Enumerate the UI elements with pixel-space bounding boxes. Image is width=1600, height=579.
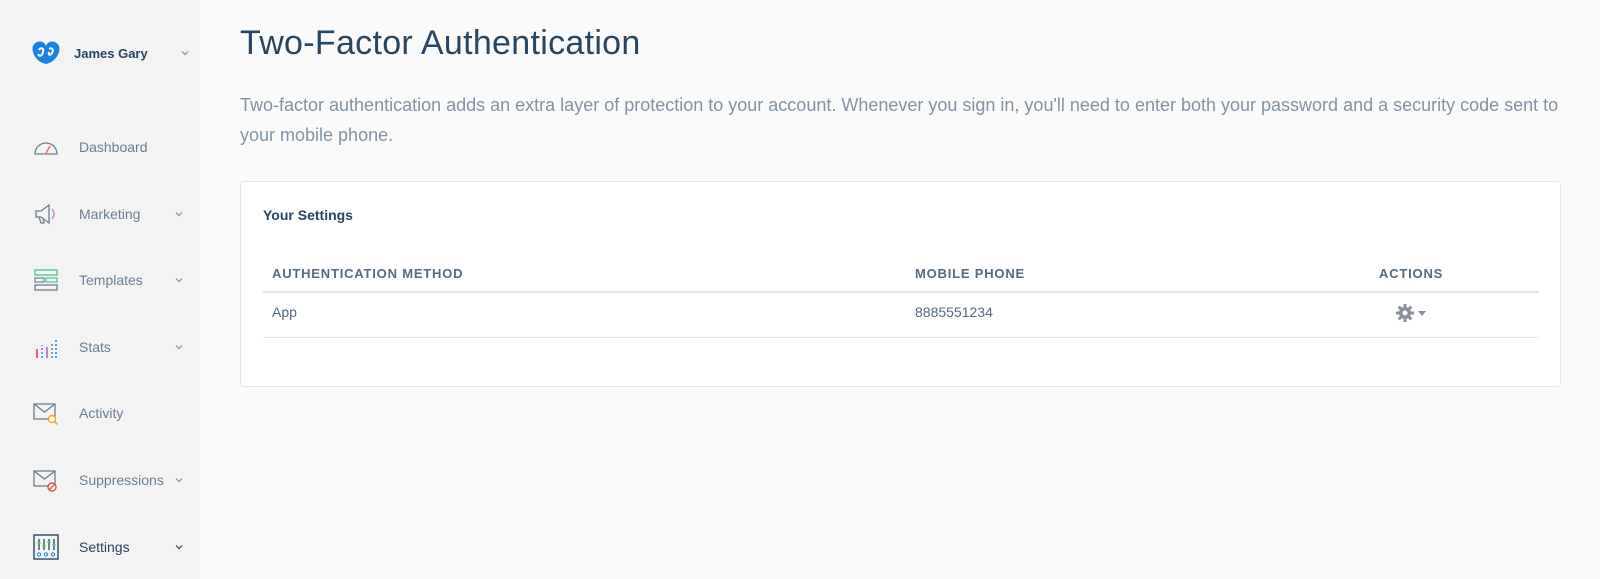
gear-icon	[1396, 304, 1414, 322]
account-name: James Gary	[74, 45, 148, 61]
table-row: App 8885551234	[263, 293, 1539, 338]
sidebar-item-settings[interactable]: Settings	[0, 527, 200, 567]
sidebar-item-dashboard[interactable]: Dashboard	[0, 127, 200, 167]
chevron-down-icon	[175, 345, 183, 350]
sidebar-item-label: Suppressions	[79, 472, 164, 488]
chevron-down-icon	[181, 51, 189, 56]
sendgrid-logo-icon	[32, 41, 60, 64]
column-header-actions: Actions	[1379, 266, 1444, 281]
mail-blocked-icon	[33, 470, 57, 492]
sidebar-item-label: Stats	[79, 339, 111, 355]
chevron-down-icon	[175, 278, 183, 283]
sidebar-item-suppressions[interactable]: Suppressions	[0, 460, 200, 500]
sidebar-item-label: Dashboard	[79, 139, 148, 155]
actions-dropdown-button[interactable]	[1395, 303, 1428, 323]
settings-card: Your Settings Authentication Method Mobi…	[240, 181, 1561, 387]
card-title: Your Settings	[263, 207, 353, 223]
sidebar-item-templates[interactable]: Templates	[0, 260, 200, 300]
page-description: Two-factor authentication adds an extra …	[240, 95, 1559, 145]
sidebar-item-label: Activity	[79, 405, 124, 421]
table-header: Authentication Method Mobile Phone Actio…	[263, 254, 1539, 293]
sidebar-item-label: Templates	[79, 272, 143, 288]
account-menu[interactable]: James Gary	[30, 38, 190, 68]
mobile-phone-cell: 8885551234	[915, 304, 993, 320]
sliders-icon	[33, 534, 59, 560]
column-header-phone: Mobile Phone	[915, 266, 1025, 281]
sidebar-item-marketing[interactable]: Marketing	[0, 194, 200, 234]
settings-table: Authentication Method Mobile Phone Actio…	[263, 254, 1539, 338]
column-header-method: Authentication Method	[272, 266, 464, 281]
sidebar-item-activity[interactable]: Activity	[0, 393, 200, 433]
page-title: Two-Factor Authentication	[240, 24, 641, 62]
auth-method-cell: App	[272, 304, 297, 320]
megaphone-icon	[35, 203, 55, 225]
sidebar-item-label: Marketing	[79, 206, 141, 222]
chevron-down-icon	[175, 212, 183, 217]
speedometer-icon	[34, 142, 58, 155]
sidebar-item-label: Settings	[79, 539, 130, 555]
sidebar-item-stats[interactable]: Stats	[0, 327, 200, 367]
mail-search-icon	[33, 403, 59, 426]
chevron-down-icon	[175, 478, 183, 483]
caret-down-icon	[1418, 311, 1426, 316]
bar-chart-icon	[36, 338, 57, 358]
templates-icon	[34, 269, 58, 291]
chevron-down-icon	[175, 545, 183, 550]
sidebar: James Gary Dashboard Marketing Templates…	[0, 0, 200, 579]
